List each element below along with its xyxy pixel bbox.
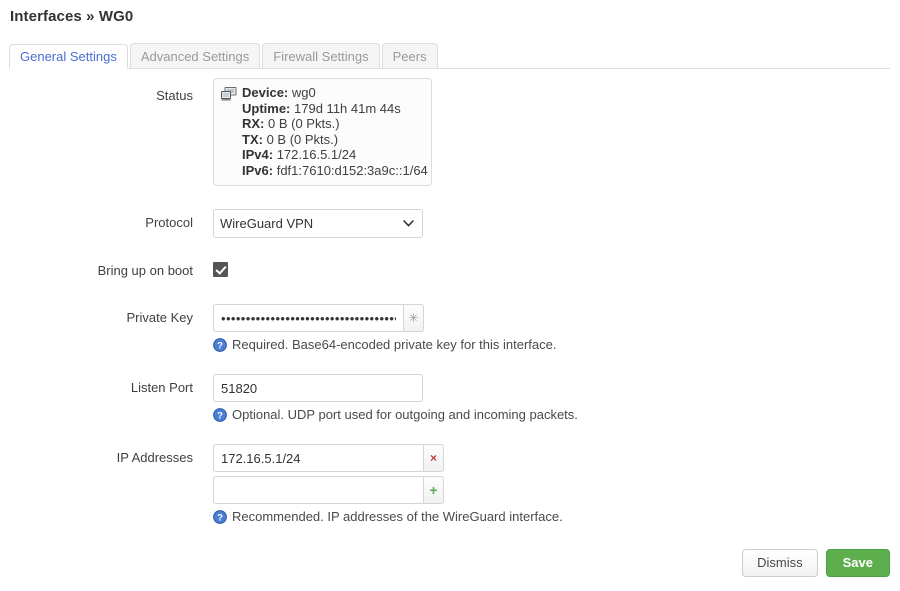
- tab-label: Advanced Settings: [141, 50, 249, 63]
- form-row-listen-port: Listen Port ? Optional. UDP port used fo…: [0, 374, 900, 422]
- remove-ip-address-button[interactable]: ×: [423, 444, 444, 472]
- tab-firewall-settings[interactable]: Firewall Settings: [262, 43, 379, 68]
- status-key: Uptime:: [242, 101, 290, 116]
- help-icon: ?: [213, 338, 227, 352]
- status-value: fdf1:7610:d152:3a9c::1/64: [277, 163, 428, 178]
- hint-text: Recommended. IP addresses of the WireGua…: [232, 509, 563, 524]
- private-key-field: ✳ ? Required. Base64-encoded private key…: [213, 304, 900, 352]
- tab-peers[interactable]: Peers: [382, 43, 438, 68]
- form-row-status: Status Device: wg0 Uptime: 179d 11h 41m …: [0, 78, 900, 186]
- tab-label: General Settings: [20, 50, 117, 63]
- status-line-device: Device: wg0: [242, 85, 423, 101]
- status-line-ipv4: IPv4: 172.16.5.1/24: [242, 147, 423, 163]
- listen-port-label: Listen Port: [0, 374, 193, 395]
- status-line-tx: TX: 0 B (0 Pkts.): [242, 132, 423, 148]
- settings-tabs: General Settings Advanced Settings Firew…: [9, 43, 890, 69]
- status-value: 0 B (0 Pkts.): [268, 116, 340, 131]
- form-row-ip-addresses: IP Addresses × + ?: [0, 444, 900, 524]
- status-lines: Device: wg0 Uptime: 179d 11h 41m 44s RX:…: [242, 85, 423, 178]
- tab-general-settings[interactable]: General Settings: [9, 44, 128, 69]
- status-label: Status: [0, 78, 193, 103]
- tab-label: Firewall Settings: [273, 50, 368, 63]
- interface-config-page: Interfaces » WG0 General Settings Advanc…: [0, 0, 900, 591]
- page-title: Interfaces » WG0: [10, 8, 133, 25]
- status-field: Device: wg0 Uptime: 179d 11h 41m 44s RX:…: [213, 78, 900, 186]
- protocol-label: Protocol: [0, 209, 193, 230]
- form-actions: Dismiss Save: [742, 549, 890, 577]
- ip-address-entry: +: [213, 476, 444, 504]
- status-box: Device: wg0 Uptime: 179d 11h 41m 44s RX:…: [213, 78, 432, 186]
- status-value: 0 B (0 Pkts.): [267, 132, 339, 147]
- hint-text: Required. Base64-encoded private key for…: [232, 337, 556, 352]
- ip-addresses-label: IP Addresses: [0, 444, 193, 465]
- status-key: RX:: [242, 116, 264, 131]
- svg-text:?: ?: [217, 340, 223, 351]
- listen-port-hint: ? Optional. UDP port used for outgoing a…: [213, 407, 900, 422]
- plus-icon: +: [429, 483, 437, 497]
- private-key-reveal-button[interactable]: ✳: [403, 304, 424, 332]
- listen-port-input[interactable]: [213, 374, 423, 402]
- status-line-ipv6: IPv6: fdf1:7610:d152:3a9c::1/64: [242, 163, 423, 179]
- tab-label: Peers: [393, 50, 427, 63]
- status-line-rx: RX: 0 B (0 Pkts.): [242, 116, 423, 132]
- bring-up-on-boot-field: [213, 262, 900, 277]
- device-network-icon: [221, 87, 237, 101]
- private-key-label: Private Key: [0, 304, 193, 325]
- ip-address-input[interactable]: [213, 444, 423, 472]
- save-button[interactable]: Save: [826, 549, 890, 577]
- protocol-select[interactable]: WireGuard VPN: [213, 209, 423, 238]
- protocol-field: WireGuard VPN: [213, 209, 900, 238]
- add-ip-address-button[interactable]: +: [423, 476, 444, 504]
- form-row-bring-up-on-boot: Bring up on boot: [0, 262, 900, 278]
- asterisk-icon: ✳: [408, 312, 418, 324]
- status-key: TX:: [242, 132, 263, 147]
- general-settings-form: Status Device: wg0 Uptime: 179d 11h 41m …: [0, 78, 900, 524]
- ip-addresses-field: × + ? Recommended. IP addresses of the W…: [213, 444, 900, 524]
- close-icon: ×: [430, 452, 437, 464]
- ip-address-entry: ×: [213, 444, 444, 472]
- status-line-uptime: Uptime: 179d 11h 41m 44s: [242, 101, 423, 117]
- form-row-protocol: Protocol WireGuard VPN: [0, 209, 900, 238]
- dismiss-button[interactable]: Dismiss: [742, 549, 818, 577]
- svg-text:?: ?: [217, 512, 223, 523]
- bring-up-on-boot-checkbox[interactable]: [213, 262, 228, 277]
- listen-port-field: ? Optional. UDP port used for outgoing a…: [213, 374, 900, 422]
- hint-text: Optional. UDP port used for outgoing and…: [232, 407, 578, 422]
- private-key-hint: ? Required. Base64-encoded private key f…: [213, 337, 900, 352]
- help-icon: ?: [213, 408, 227, 422]
- status-value: wg0: [292, 85, 316, 100]
- status-value: 179d 11h 41m 44s: [294, 101, 401, 116]
- status-key: Device:: [242, 85, 288, 100]
- ip-addresses-hint: ? Recommended. IP addresses of the WireG…: [213, 509, 900, 524]
- status-value: 172.16.5.1/24: [277, 147, 357, 162]
- status-key: IPv4:: [242, 147, 273, 162]
- private-key-input[interactable]: [213, 304, 403, 332]
- svg-text:?: ?: [217, 410, 223, 421]
- bring-up-on-boot-label: Bring up on boot: [0, 262, 193, 278]
- status-key: IPv6:: [242, 163, 273, 178]
- form-row-private-key: Private Key ✳ ? Required. Base64-encoded…: [0, 304, 900, 352]
- tab-advanced-settings[interactable]: Advanced Settings: [130, 43, 260, 68]
- ip-address-input[interactable]: [213, 476, 423, 504]
- help-icon: ?: [213, 510, 227, 524]
